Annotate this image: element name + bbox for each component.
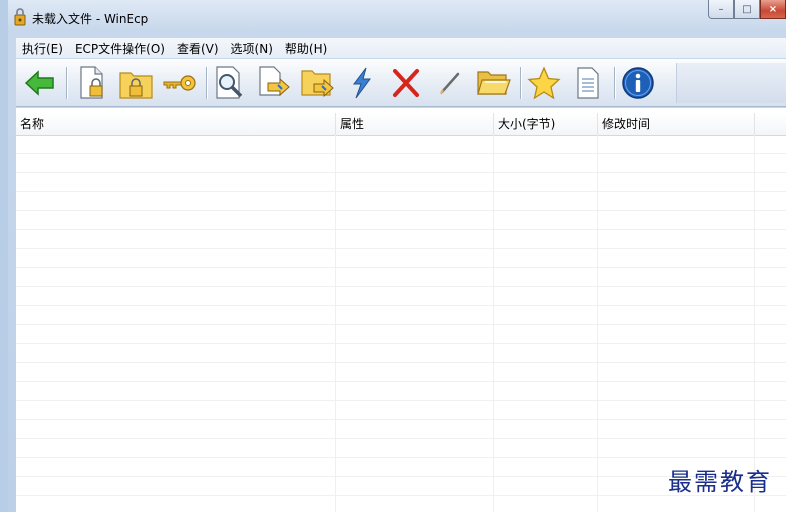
empty-row-line [16, 325, 786, 344]
list-header: 名称 属性 大小(字节) 修改时间 [16, 113, 786, 136]
rename-button[interactable] [430, 63, 470, 103]
list-rows [16, 135, 786, 512]
empty-row-line [16, 420, 786, 439]
title-bar[interactable]: 未载入文件 - WinEcp – □ × [8, 0, 786, 34]
maximize-button[interactable]: □ [734, 0, 760, 19]
encrypt-file-icon [80, 66, 103, 99]
column-modified[interactable]: 修改时间 [598, 113, 755, 135]
quick-run-button[interactable] [342, 63, 382, 103]
empty-row-line [16, 344, 786, 363]
column-attributes[interactable]: 属性 [336, 113, 494, 135]
empty-row-line [16, 306, 786, 325]
info-icon [622, 67, 654, 99]
minimize-button[interactable]: – [708, 0, 734, 19]
extract-folder-icon [301, 70, 334, 98]
toolbar [16, 59, 786, 107]
app-lock-icon [14, 8, 26, 26]
column-divider [754, 135, 755, 512]
toolbar-separator [66, 67, 68, 99]
empty-row-line [16, 439, 786, 458]
app-window: 未载入文件 - WinEcp – □ × 执行(E) ECP文件操作(O) 查看… [0, 0, 786, 512]
empty-row-line [16, 496, 786, 512]
toolbar-separator [520, 67, 522, 99]
delete-button[interactable] [386, 63, 426, 103]
extract-file-button[interactable] [254, 63, 294, 103]
empty-row-line [16, 382, 786, 401]
menu-view[interactable]: 查看(V) [171, 40, 225, 57]
menu-options[interactable]: 选项(N) [225, 40, 279, 57]
empty-row-line [16, 192, 786, 211]
key-button[interactable] [160, 63, 200, 103]
favorite-button[interactable] [524, 63, 564, 103]
menu-bar: 执行(E) ECP文件操作(O) 查看(V) 选项(N) 帮助(H) [16, 38, 786, 58]
document-icon [577, 67, 599, 99]
watermark: 最需教育 [668, 468, 772, 496]
extract-file-icon [259, 66, 290, 97]
window-title: 未载入文件 - WinEcp [32, 12, 149, 26]
close-button[interactable]: × [760, 0, 786, 19]
toolbar-separator [206, 67, 208, 99]
info-button[interactable] [618, 63, 658, 103]
empty-row-line [16, 249, 786, 268]
rename-icon [440, 72, 460, 95]
column-divider [493, 135, 494, 512]
empty-row-line [16, 135, 786, 154]
quick-run-icon [353, 67, 371, 99]
empty-row-line [16, 173, 786, 192]
column-divider [597, 135, 598, 512]
delete-icon [393, 69, 419, 97]
open-folder-icon [477, 71, 511, 95]
empty-row-line [16, 287, 786, 306]
open-folder-button[interactable] [474, 63, 514, 103]
favorite-icon [527, 66, 561, 100]
window-controls: – □ × [708, 0, 786, 22]
extract-folder-button[interactable] [298, 63, 338, 103]
encrypt-folder-icon [119, 72, 153, 99]
toolbar-separator [614, 67, 616, 99]
empty-row-line [16, 363, 786, 382]
column-size[interactable]: 大小(字节) [494, 113, 598, 135]
preview-button[interactable] [210, 63, 250, 103]
preview-icon [216, 66, 243, 99]
key-icon [163, 75, 196, 91]
column-name[interactable]: 名称 [16, 113, 336, 135]
menu-ecp-file-ops[interactable]: ECP文件操作(O) [69, 40, 171, 57]
encrypt-file-button[interactable] [72, 63, 112, 103]
encrypt-folder-button[interactable] [116, 63, 156, 103]
empty-row-line [16, 211, 786, 230]
menu-help[interactable]: 帮助(H) [279, 40, 333, 57]
empty-row-line [16, 268, 786, 287]
back-arrow-icon [24, 70, 54, 96]
back-button[interactable] [20, 63, 60, 103]
empty-row-line [16, 154, 786, 173]
toolbar-empty-area [676, 63, 786, 103]
empty-row-line [16, 230, 786, 249]
document-button[interactable] [568, 63, 608, 103]
column-divider [335, 135, 336, 512]
empty-row-line [16, 401, 786, 420]
menu-execute[interactable]: 执行(E) [16, 40, 69, 57]
file-list[interactable]: 名称 属性 大小(字节) 修改时间 [16, 108, 786, 512]
